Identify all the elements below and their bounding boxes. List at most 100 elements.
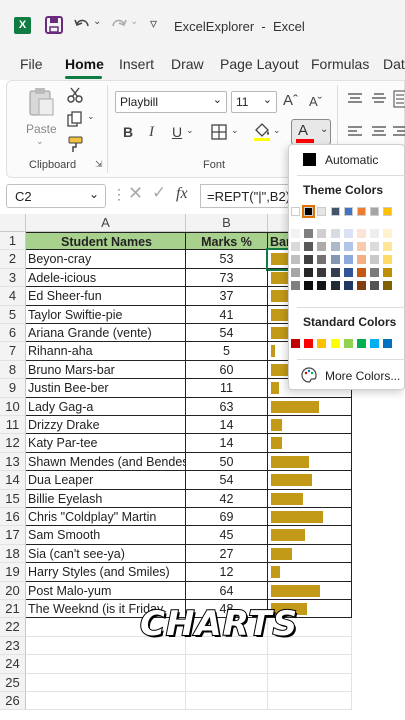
align-left-icon[interactable]	[347, 125, 363, 139]
redo-dropdown-icon[interactable]: ⌄	[130, 16, 138, 27]
theme-shade-swatch[interactable]	[370, 281, 380, 290]
standard-color-swatch[interactable]	[357, 339, 366, 348]
empty-cell[interactable]	[26, 673, 186, 692]
row-number[interactable]: 6	[0, 324, 26, 343]
cell-bar[interactable]	[268, 471, 352, 490]
font-size-dropdown[interactable]: 11 ⌄	[231, 91, 277, 113]
standard-color-swatch[interactable]	[317, 339, 327, 348]
theme-shade-swatch[interactable]	[304, 242, 314, 251]
empty-cell[interactable]	[268, 692, 352, 711]
cell-marks[interactable]: 50	[186, 452, 268, 472]
align-middle-icon[interactable]	[371, 92, 387, 106]
empty-cell[interactable]	[186, 655, 268, 674]
standard-color-swatch[interactable]	[370, 339, 380, 348]
theme-shade-swatch[interactable]	[330, 229, 340, 238]
theme-shade-swatch[interactable]	[383, 281, 393, 290]
automatic-color-option[interactable]: Automatic	[289, 145, 405, 173]
cell-marks[interactable]: 63	[186, 397, 268, 416]
theme-shade-swatch[interactable]	[370, 255, 380, 264]
row-number[interactable]: 23	[0, 636, 26, 656]
align-right-icon[interactable]	[393, 125, 405, 139]
cell-student-name[interactable]: Beyon-cray	[26, 250, 186, 269]
cell-bar[interactable]	[268, 452, 352, 472]
theme-shade-swatch[interactable]	[317, 255, 327, 264]
cell-marks[interactable]: 14	[186, 416, 268, 435]
cell-student-name[interactable]: Chris "Coldplay" Martin	[26, 508, 186, 527]
standard-color-swatch[interactable]	[304, 339, 314, 348]
theme-color-swatch[interactable]	[357, 207, 366, 216]
theme-shade-swatch[interactable]	[304, 268, 314, 277]
theme-shade-swatch[interactable]	[317, 281, 327, 290]
standard-color-swatch[interactable]	[383, 339, 393, 348]
cell-student-name[interactable]: Sia (can't see-ya)	[26, 544, 186, 564]
theme-shade-swatch[interactable]	[370, 229, 380, 238]
cell-student-name[interactable]: Sam Smooth	[26, 526, 186, 545]
theme-shade-swatch[interactable]	[330, 268, 340, 277]
tab-draw[interactable]: Draw	[171, 56, 204, 72]
row-number[interactable]: 12	[0, 434, 26, 453]
row-number[interactable]: 7	[0, 342, 26, 361]
theme-color-swatch[interactable]	[383, 207, 393, 216]
empty-cell[interactable]	[26, 655, 186, 674]
theme-shade-swatch[interactable]	[370, 268, 380, 277]
theme-shade-swatch[interactable]	[291, 255, 300, 264]
row-number[interactable]: 19	[0, 563, 26, 582]
cell-student-name[interactable]: Ariana Grande (vente)	[26, 324, 186, 343]
font-color-button[interactable]: A ⌄	[291, 119, 331, 145]
row-number[interactable]: 5	[0, 305, 26, 324]
redo-icon[interactable]	[110, 16, 128, 34]
tab-home[interactable]: Home	[65, 56, 104, 72]
format-painter-icon[interactable]	[67, 135, 85, 153]
cell-bar[interactable]	[268, 508, 352, 527]
row-number[interactable]: 4	[0, 287, 26, 306]
theme-shade-swatch[interactable]	[304, 281, 314, 290]
borders-icon[interactable]	[211, 124, 227, 140]
more-options-icon[interactable]: ⋮	[112, 186, 126, 203]
row-number[interactable]: 22	[0, 618, 26, 637]
empty-cell[interactable]	[268, 673, 352, 692]
cell-student-name[interactable]: Shawn Mendes (and Bendes)	[26, 452, 186, 472]
cell-student-name[interactable]: Bruno Mars-bar	[26, 360, 186, 380]
theme-shade-swatch[interactable]	[330, 242, 340, 251]
cell-marks[interactable]: 12	[186, 563, 268, 582]
theme-shade-swatch[interactable]	[357, 255, 366, 264]
empty-cell[interactable]	[186, 673, 268, 692]
underline-dropdown-icon[interactable]: ⌄	[186, 125, 194, 136]
theme-shade-swatch[interactable]	[343, 268, 353, 277]
row-number[interactable]: 8	[0, 360, 26, 380]
theme-shade-swatch[interactable]	[357, 242, 366, 251]
undo-icon[interactable]	[73, 16, 91, 34]
theme-color-swatch[interactable]	[302, 205, 316, 218]
theme-color-swatch[interactable]	[317, 207, 327, 216]
theme-shade-swatch[interactable]	[304, 255, 314, 264]
theme-color-swatch[interactable]	[343, 207, 353, 216]
cell-bar[interactable]	[268, 397, 352, 416]
theme-shade-swatch[interactable]	[304, 229, 314, 238]
cell-marks[interactable]: 54	[186, 324, 268, 343]
cell-student-name[interactable]: Rihann-aha	[26, 342, 186, 361]
cell-student-name[interactable]: Drizzy Drake	[26, 416, 186, 435]
cell-marks[interactable]: 53	[186, 250, 268, 269]
copy-icon[interactable]	[67, 111, 83, 127]
more-colors-option[interactable]: More Colors...	[289, 363, 405, 387]
theme-color-swatch[interactable]	[330, 207, 340, 216]
cell-marks[interactable]: 60	[186, 360, 268, 380]
cell-marks[interactable]: 27	[186, 544, 268, 564]
theme-shade-swatch[interactable]	[330, 281, 340, 290]
underline-button[interactable]: U	[172, 124, 182, 140]
undo-dropdown-icon[interactable]: ⌄	[93, 16, 101, 27]
cell-marks[interactable]: 14	[186, 434, 268, 453]
cell-student-name[interactable]: Katy Par-tee	[26, 434, 186, 453]
cell-student-name[interactable]: Harry Styles (and Smiles)	[26, 563, 186, 582]
fill-color-dropdown-icon[interactable]: ⌄	[273, 125, 281, 136]
tab-insert[interactable]: Insert	[119, 56, 154, 72]
row-number[interactable]: 15	[0, 489, 26, 508]
theme-shade-swatch[interactable]	[357, 229, 366, 238]
cell-marks[interactable]: 5	[186, 342, 268, 361]
tab-data[interactable]: Data	[383, 56, 405, 72]
row-number[interactable]: 16	[0, 508, 26, 527]
cell-marks[interactable]: 54	[186, 471, 268, 490]
row-number[interactable]: 20	[0, 581, 26, 600]
theme-shade-swatch[interactable]	[291, 281, 300, 290]
row-number[interactable]: 1	[0, 232, 26, 251]
